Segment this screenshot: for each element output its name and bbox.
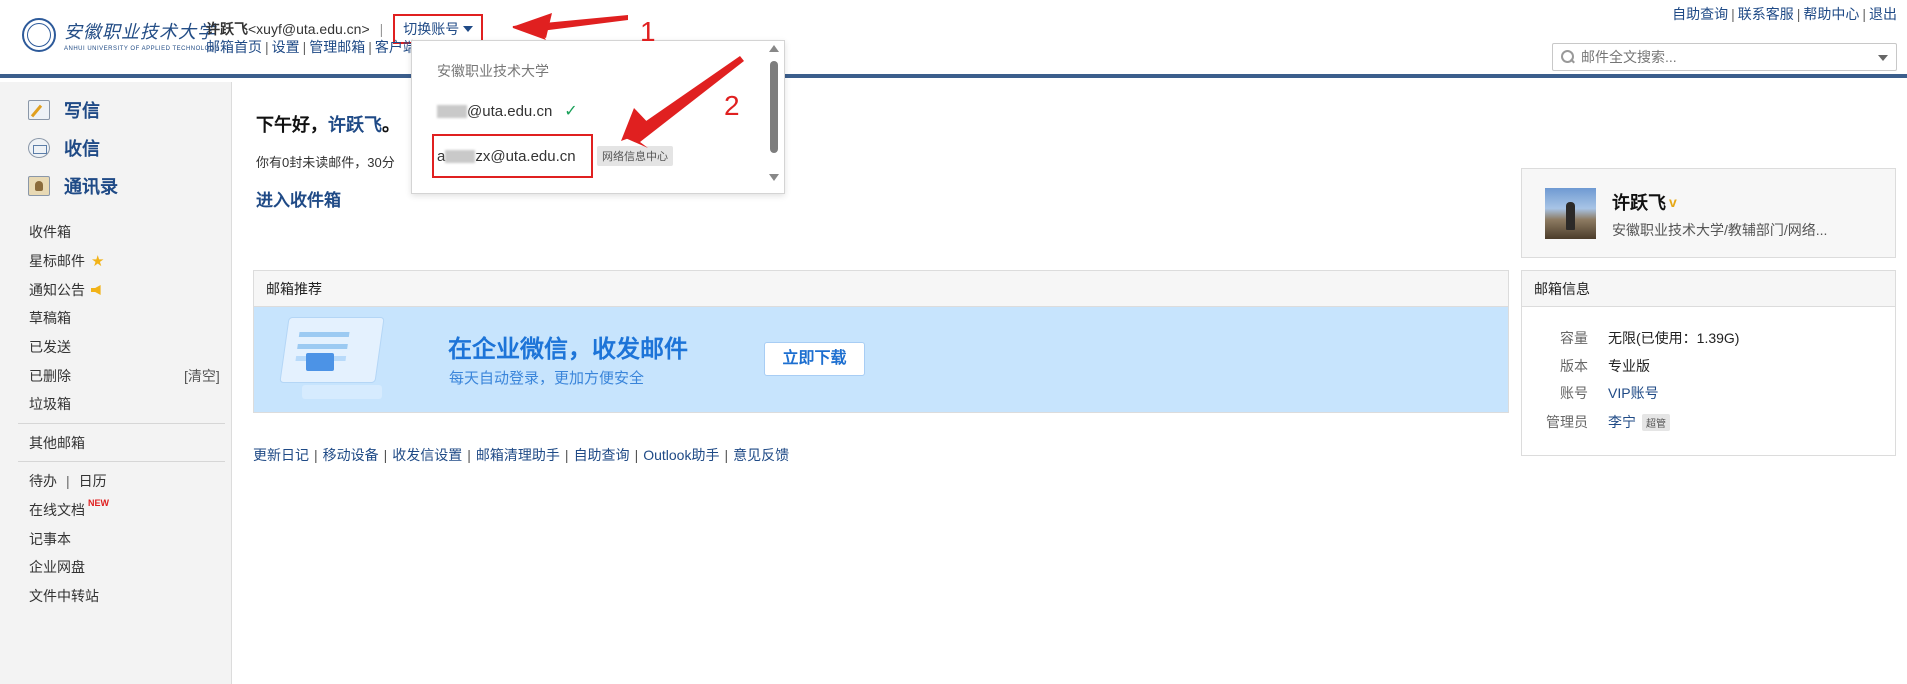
folder-notices[interactable]: 通知公告 — [29, 280, 103, 300]
mailbox-info-panel: 邮箱信息 容量 无限(已使用：1.39G) 版本 专业版 账号 VIP账号 管理… — [1521, 270, 1896, 456]
scroll-down-icon[interactable] — [769, 174, 779, 181]
annotation-number-2: 2 — [724, 90, 740, 121]
logo-name-cn: 安徽职业技术大学 — [64, 22, 216, 43]
admin-name-link[interactable]: 李宁 — [1608, 412, 1636, 432]
link-help-center[interactable]: 帮助中心 — [1803, 6, 1859, 22]
school-seal-icon — [22, 18, 56, 52]
footer-link-cleaner[interactable]: 邮箱清理助手 — [476, 447, 560, 463]
divider — [18, 423, 225, 424]
notepad[interactable]: 记事本 — [29, 529, 71, 549]
link-self-service[interactable]: 自助查询 — [1672, 6, 1728, 22]
info-row-capacity: 容量 无限(已使用：1.39G) — [1560, 330, 1740, 346]
info-row-edition: 版本 专业版 — [1560, 358, 1650, 374]
search-icon — [1561, 50, 1575, 64]
search-input[interactable] — [1581, 49, 1871, 65]
user-name: 许跃飞 — [206, 21, 248, 37]
link-contact-support[interactable]: 联系客服 — [1738, 6, 1794, 22]
unread-summary: 你有0封未读邮件，30分 — [256, 155, 395, 170]
calendar-link[interactable]: 日历 — [79, 471, 107, 491]
file-transfer[interactable]: 文件中转站 — [29, 586, 99, 606]
download-now-button[interactable]: 立即下载 — [764, 342, 865, 376]
footer-link-outlook[interactable]: Outlook助手 — [643, 447, 719, 463]
info-row-account: 账号 VIP账号 — [1560, 383, 1659, 403]
inbox-icon — [28, 138, 50, 158]
annotation-number-1: 1 — [640, 16, 656, 47]
promo-panel: 邮箱推荐 在企业微信，收发邮件 每天自动登录，更加方便安全 立即下载 — [253, 270, 1509, 413]
top-nav: 邮箱首页 | 设置 | 管理邮箱 | 客户端 — [206, 39, 417, 55]
redacted-text — [437, 104, 467, 118]
wecom-banner[interactable]: 在企业微信，收发邮件 每天自动登录，更加方便安全 立即下载 — [254, 307, 1508, 412]
clear-deleted-link[interactable]: [清空] — [184, 366, 220, 386]
top-links: 自助查询 | 联系客服 | 帮助中心 | 退出 — [1672, 6, 1897, 22]
avatar[interactable] — [1545, 188, 1596, 239]
greeting-name[interactable]: 许跃飞 — [328, 115, 382, 135]
logo-name-en: ANHUI UNIVERSITY OF APPLIED TECHNOLOGY — [64, 46, 220, 52]
scroll-up-icon[interactable] — [769, 45, 779, 52]
school-logo[interactable]: 安徽职业技术大学 ANHUI UNIVERSITY OF APPLIED TEC… — [22, 18, 219, 52]
profile-card: 许跃飞 v 安徽职业技术大学/教辅部门/网络... — [1521, 168, 1896, 258]
footer-link-feedback[interactable]: 意见反馈 — [733, 447, 789, 463]
speaker-icon — [91, 285, 101, 295]
folder-sent[interactable]: 已发送 — [29, 337, 71, 357]
scroll-thumb[interactable] — [770, 61, 778, 153]
nav-settings[interactable]: 设置 — [272, 39, 300, 55]
new-badge: NEW — [88, 498, 109, 508]
folder-drafts[interactable]: 草稿箱 — [29, 308, 71, 328]
other-mailbox[interactable]: 其他邮箱 — [29, 433, 85, 453]
account-option-current[interactable]: @uta.edu.cn ✓ — [437, 101, 578, 121]
folder-spam[interactable]: 垃圾箱 — [29, 394, 71, 414]
redacted-text — [445, 149, 476, 163]
super-admin-badge: 超管 — [1642, 413, 1670, 431]
nav-manage-mailbox[interactable]: 管理邮箱 — [309, 39, 365, 55]
separator: | — [379, 21, 384, 37]
footer-link-changelog[interactable]: 更新日记 — [253, 447, 309, 463]
mail-illustration-icon — [272, 313, 412, 408]
account-option-network-center[interactable]: a zx@uta.edu.cn — [432, 134, 593, 178]
vip-account-link[interactable]: VIP账号 — [1608, 383, 1659, 403]
account-tag: 网络信息中心 — [597, 146, 673, 166]
todo-link[interactable]: 待办 — [29, 471, 57, 491]
banner-subtitle: 每天自动登录，更加方便安全 — [449, 370, 645, 387]
footer-link-self-service[interactable]: 自助查询 — [574, 447, 630, 463]
footer-links: 更新日记 | 移动设备 | 收发信设置 | 邮箱清理助手 | 自助查询 | Outlook助手 | 意见… — [253, 447, 790, 463]
footer-link-send-receive[interactable]: 收发信设置 — [392, 447, 462, 463]
contacts-button[interactable]: 通讯录 — [28, 173, 118, 199]
star-icon: ★ — [91, 253, 105, 270]
folder-starred[interactable]: 星标邮件 ★ — [29, 251, 104, 271]
dropdown-scrollbar[interactable] — [768, 45, 780, 189]
banner-title: 在企业微信，收发邮件 — [448, 336, 688, 363]
mailbox-info-title: 邮箱信息 — [1522, 271, 1895, 307]
info-row-admin: 管理员 李宁 超管 — [1522, 412, 1670, 432]
compose-icon — [28, 100, 50, 120]
compose-button[interactable]: 写信 — [28, 97, 100, 123]
header: 安徽职业技术大学 ANHUI UNIVERSITY OF APPLIED TEC… — [0, 0, 1907, 78]
profile-org: 安徽职业技术大学/教辅部门/网络... — [1612, 222, 1828, 238]
promo-panel-title: 邮箱推荐 — [254, 271, 1508, 307]
dropdown-org-label: 安徽职业技术大学 — [437, 63, 549, 79]
search-box[interactable] — [1552, 43, 1897, 71]
folder-deleted[interactable]: 已删除 — [29, 366, 71, 386]
search-dropdown-icon[interactable] — [1878, 55, 1888, 61]
receive-button[interactable]: 收信 — [28, 135, 100, 161]
contacts-icon — [28, 176, 50, 196]
enterprise-netdisk[interactable]: 企业网盘 — [29, 557, 85, 577]
folder-inbox[interactable]: 收件箱 — [29, 222, 71, 242]
online-docs[interactable]: 在线文档 NEW — [29, 498, 109, 520]
todo-calendar-row: 待办 | 日历 — [29, 471, 107, 491]
greeting: 下午好，许跃飞。 — [256, 115, 400, 135]
vip-badge-icon: v — [1669, 194, 1677, 210]
link-logout[interactable]: 退出 — [1869, 6, 1897, 22]
enter-inbox-link[interactable]: 进入收件箱 — [256, 186, 341, 211]
profile-name: 许跃飞 — [1612, 193, 1666, 213]
sidebar: 写信 收信 通讯录 收件箱 星标邮件 ★ 通知公告 草稿箱 已发送 已删除 [清空… — [0, 82, 232, 684]
divider — [18, 461, 225, 462]
footer-link-mobile[interactable]: 移动设备 — [323, 447, 379, 463]
checkmark-icon: ✓ — [564, 103, 578, 120]
caret-down-icon — [463, 26, 474, 32]
nav-mail-home[interactable]: 邮箱首页 — [206, 39, 262, 55]
user-email: <xuyf@uta.edu.cn> — [248, 21, 370, 37]
